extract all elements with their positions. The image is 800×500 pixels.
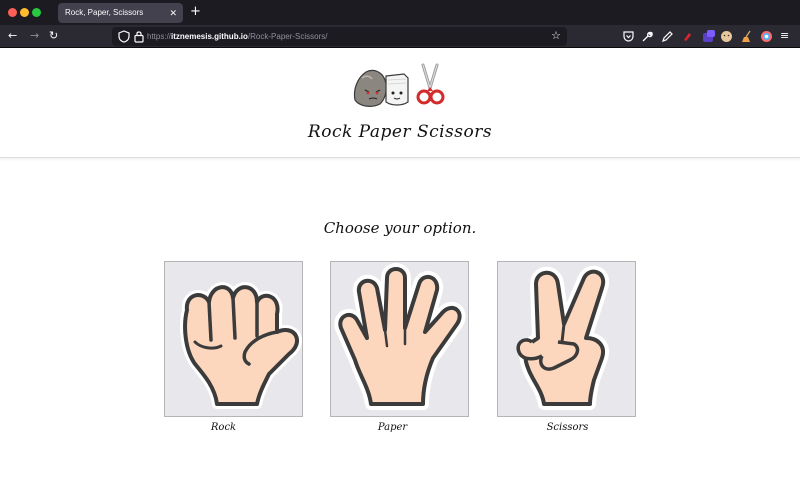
url-scheme: https:// [147,32,172,41]
broom-extension-icon[interactable] [741,30,754,43]
forward-arrow-icon[interactable]: → [30,28,39,44]
rock-paper-scissors-logo [353,63,445,107]
url-text[interactable]: https://itznemesis.github.io/Rock-Paper-… [147,27,328,46]
window-minimize-button[interactable] [20,8,29,17]
choose-option-prompt: Choose your option. [323,219,477,237]
address-bar[interactable]: https://itznemesis.github.io/Rock-Paper-… [112,27,567,46]
bookmark-star-icon[interactable]: ☆ [551,29,561,42]
browser-titlebar: Rock, Paper, Scissors ✕ + [0,0,800,25]
badge-extension-icon[interactable] [702,30,715,43]
new-tab-button[interactable]: + [190,4,201,20]
reload-icon[interactable]: ↻ [49,28,58,44]
scissors-label: Scissors [546,422,589,433]
browser-navbar: ← → ↻ https://itznemesis.github.io/Rock-… [0,25,800,48]
rock-option-button[interactable] [164,261,303,417]
wrench-icon[interactable] [641,30,654,43]
red-extension-icon[interactable] [681,30,694,43]
scissors-option-button[interactable] [497,261,636,417]
url-host: itznemesis.github.io [171,32,248,41]
page-content: Rock Paper Scissors Choose your option. … [0,48,800,500]
face-extension-icon[interactable] [720,30,733,43]
lock-icon[interactable] [134,30,144,43]
page-title: Rock Paper Scissors [307,122,493,142]
window-close-button[interactable] [8,8,17,17]
url-path: /Rock-Paper-Scissors/ [247,32,328,41]
rock-label: Rock [210,422,237,433]
paper-hand-icon [334,263,466,410]
tab-title: Rock, Paper, Scissors [65,8,144,17]
window-maximize-button[interactable] [32,8,41,17]
pen-icon[interactable] [661,30,674,43]
page-header: Rock Paper Scissors [0,48,800,158]
back-arrow-icon[interactable]: ← [8,28,17,44]
menu-icon[interactable]: ≡ [780,28,789,44]
color-extension-icon[interactable] [760,30,773,43]
paper-label: Paper [377,422,408,433]
paper-option-button[interactable] [330,261,469,417]
scissors-hand-icon [516,265,610,410]
rock-hand-icon [180,282,302,409]
browser-tab[interactable]: Rock, Paper, Scissors ✕ [58,3,183,23]
pocket-icon[interactable] [622,30,635,43]
tracking-shield-icon[interactable] [118,30,130,43]
tab-close-icon[interactable]: ✕ [169,3,177,23]
